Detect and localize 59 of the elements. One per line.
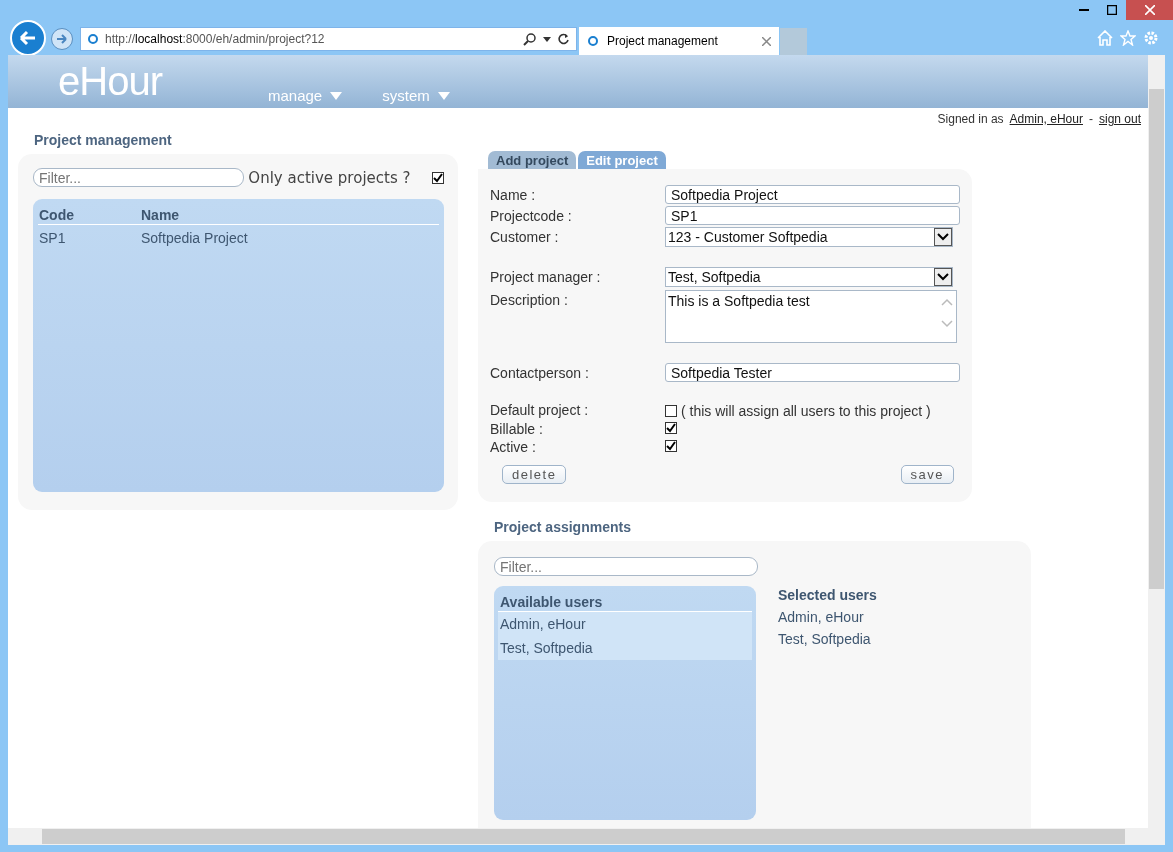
section-title: Project management [34,132,173,148]
page-icon [587,35,599,47]
caret-icon [330,91,343,100]
checkbox[interactable] [665,422,677,434]
field-label: Description : [490,291,569,308]
address-bar[interactable]: http://localhost:8000/eh/admin/project?12 [80,27,577,51]
description-textarea[interactable]: This is a Softpedia test [665,290,957,343]
field-label: Name : [490,186,537,203]
back-button[interactable] [10,20,46,56]
caret-icon [437,91,450,100]
checkbox-note: ( this will assign all users to this project ) [681,403,931,419]
filter-field[interactable]: Filter... [494,557,758,576]
dropdown-icon[interactable] [543,36,551,42]
dropdown[interactable]: 123 - Customer Softpedia [665,227,953,247]
list-title: Selected users [778,587,877,603]
browser-tab[interactable]: Project management [579,27,779,55]
filter-field[interactable]: Filter... [33,168,245,187]
column-header: Code [39,207,75,223]
dropdown[interactable]: Test, Softpedia [665,267,953,287]
search-icon[interactable] [523,32,537,46]
field-label: Active : [490,438,537,455]
section-title: Project assignments [494,519,632,535]
field-label: Customer : [490,228,560,245]
form-button[interactable]: delete [502,465,567,484]
column-header: Name [141,207,180,223]
separator-text: - [1088,112,1093,126]
star-icon[interactable] [1120,30,1136,46]
signed-in-text: Signed in as [937,112,1004,126]
user-item[interactable]: Admin, eHour [498,612,752,636]
field-label: Projectcode : [490,207,573,224]
forward-button[interactable] [51,28,73,50]
form-button[interactable]: save [900,465,954,484]
tab[interactable]: Add project [488,151,577,169]
refresh-icon[interactable] [557,32,570,46]
checkbox[interactable] [432,171,444,184]
checkbox[interactable] [665,440,677,452]
text-field[interactable]: Softpedia Tester [665,363,960,382]
checkbox-label: Only active projects ? [248,168,411,187]
maximize-icon [1107,5,1117,15]
field-label: Default project : [490,401,590,418]
close-button[interactable] [1126,0,1173,20]
user-item[interactable]: Test, Softpedia [498,636,752,660]
field-label: Contactperson : [490,364,590,381]
user-item[interactable]: Admin, eHour [778,609,877,625]
page-icon [87,33,99,45]
project-row[interactable]: SP1 Softpedia Project [38,225,439,251]
horizontal-scrollbar[interactable] [8,828,1165,845]
sign-out-link[interactable]: sign out [1098,112,1141,126]
text-field[interactable]: Softpedia Project [665,185,960,204]
checkbox[interactable] [665,405,677,417]
field-label: Billable : [490,420,544,437]
user-link[interactable]: Admin, eHour [1009,112,1083,126]
field-label: Project manager : [490,268,602,285]
minimize-icon [1079,9,1089,11]
close-tab-icon[interactable] [762,36,771,46]
user-item[interactable]: Test, Softpedia [778,631,877,647]
close-icon [1144,5,1155,15]
text-field[interactable]: SP1 [665,206,960,225]
vertical-scrollbar[interactable] [1148,55,1165,828]
